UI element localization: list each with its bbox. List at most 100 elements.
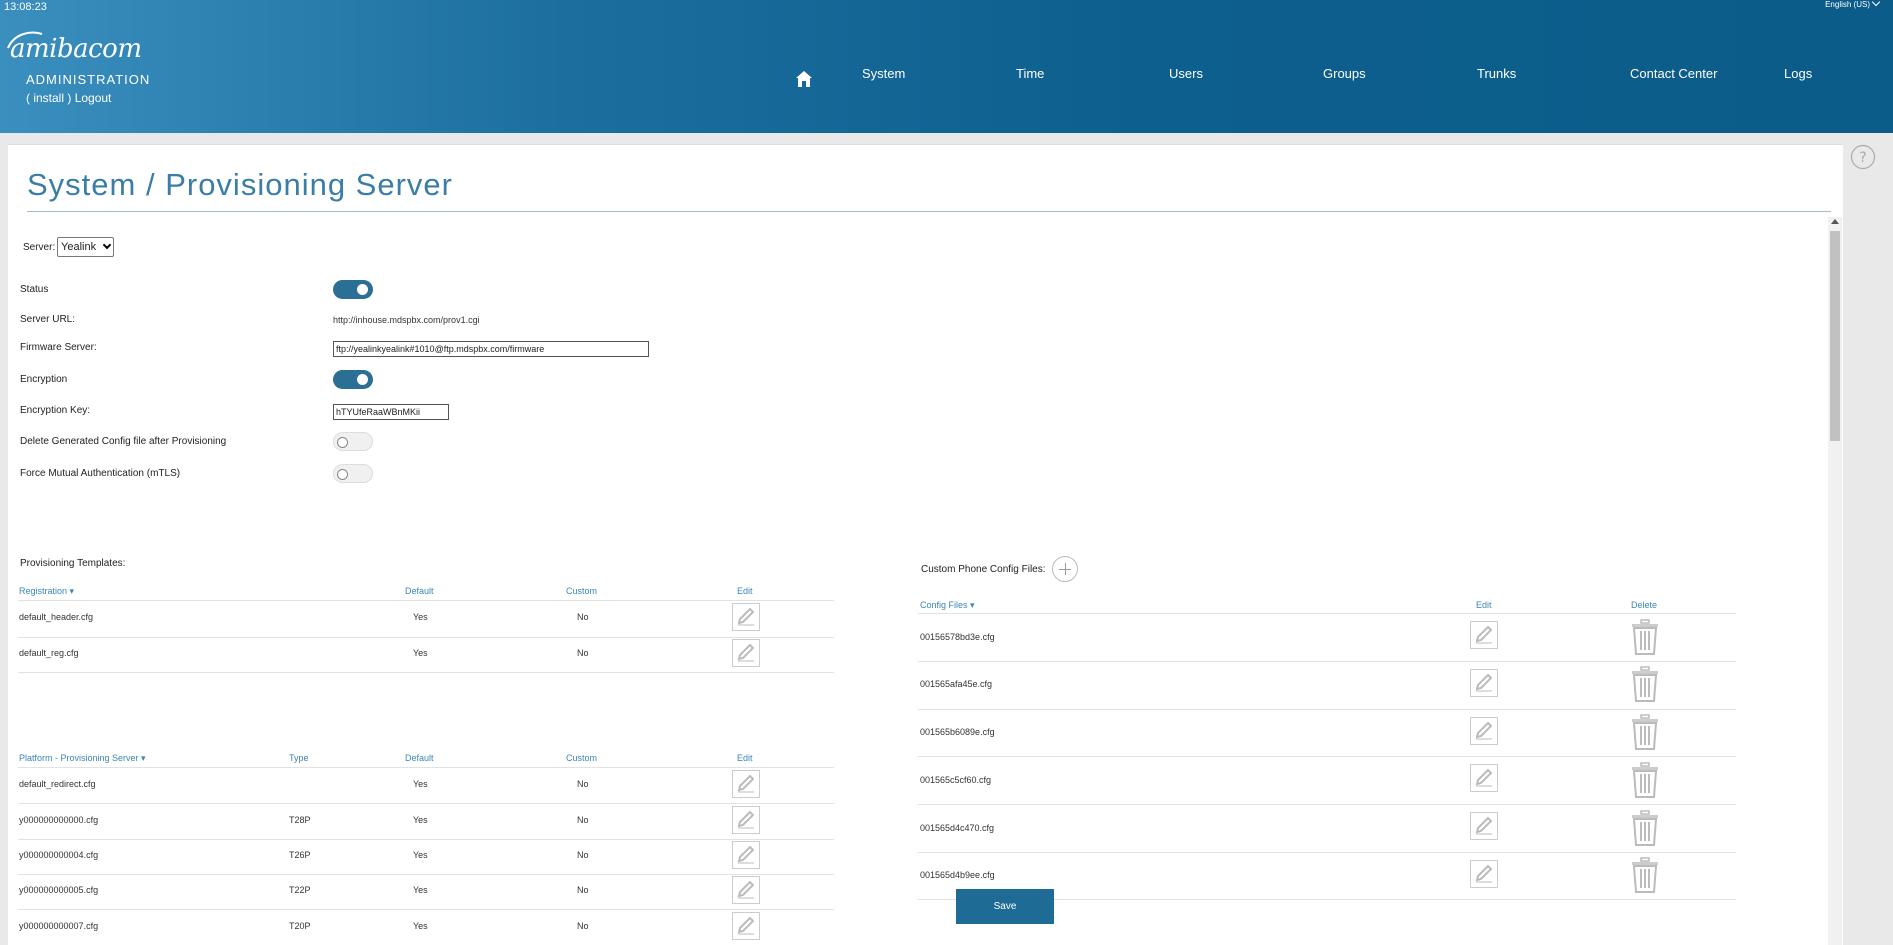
platform-name: y000000000007.cfg	[19, 921, 99, 931]
server-label: Server:	[23, 242, 56, 253]
encryption-key-label: Encryption Key:	[20, 405, 91, 416]
trash-icon[interactable]	[1631, 666, 1659, 702]
pencil-icon	[737, 607, 755, 626]
edit-col-header: Edit	[737, 586, 753, 596]
svg-text:?: ?	[1859, 150, 1866, 166]
platform-type: T20P	[289, 921, 311, 931]
platform-default: Yes	[413, 850, 428, 860]
edit-button[interactable]	[732, 876, 760, 904]
platform-custom: No	[577, 921, 589, 931]
install-link[interactable]: ( install )	[26, 91, 71, 105]
nav-groups[interactable]: Groups	[1323, 66, 1366, 81]
row-divider	[18, 803, 834, 804]
delete-config-toggle[interactable]	[333, 432, 373, 451]
server-select-value: Yealink	[61, 241, 97, 253]
platform-default: Yes	[413, 815, 428, 825]
config-file-name: 001565afa45e.cfg	[920, 679, 993, 689]
status-toggle[interactable]	[333, 280, 373, 299]
nav-contact-center[interactable]: Contact Center	[1630, 66, 1717, 81]
edit-button[interactable]	[732, 806, 760, 834]
template-custom: No	[577, 612, 589, 622]
row-divider	[18, 767, 834, 768]
encryption-key-input[interactable]	[333, 404, 449, 420]
custom-col-header[interactable]: Custom	[566, 753, 597, 763]
registration-col-header[interactable]: Registration ▾	[19, 586, 74, 597]
pencil-icon	[737, 916, 755, 935]
server-select[interactable]: Yealink	[57, 237, 115, 257]
save-button[interactable]: Save	[956, 889, 1054, 924]
pencil-icon	[1475, 816, 1493, 835]
row-divider	[918, 613, 1736, 614]
default-col-header[interactable]: Default	[405, 753, 434, 763]
edit-button[interactable]	[1470, 669, 1498, 697]
add-config-file-button[interactable]	[1052, 556, 1078, 582]
custom-col-header[interactable]: Custom	[566, 586, 597, 596]
logout-link[interactable]: Logout	[75, 91, 112, 105]
firmware-server-input[interactable]	[333, 341, 649, 357]
top-header: 13:08:23 English (US) amibacom ADMINISTR…	[0, 0, 1893, 133]
vertical-scrollbar[interactable]	[1828, 217, 1842, 945]
row-divider	[918, 756, 1736, 757]
pencil-icon	[1475, 864, 1493, 883]
template-default: Yes	[413, 612, 428, 622]
platform-default: Yes	[413, 921, 428, 931]
edit-button[interactable]	[732, 912, 760, 940]
platform-custom: No	[577, 885, 589, 895]
edit-button[interactable]	[1470, 717, 1498, 745]
platform-name: y000000000005.cfg	[19, 885, 99, 895]
encryption-toggle[interactable]	[333, 370, 373, 389]
edit-button[interactable]	[732, 603, 760, 631]
template-default: Yes	[413, 648, 428, 658]
edit-button[interactable]	[1470, 621, 1498, 649]
page-title: System / Provisioning Server	[27, 167, 453, 202]
edit-button[interactable]	[1470, 764, 1498, 792]
nav-logs[interactable]: Logs	[1784, 66, 1812, 81]
edit-button[interactable]	[732, 841, 760, 869]
scroll-thumb[interactable]	[1830, 231, 1840, 441]
row-divider	[18, 839, 834, 840]
help-icon[interactable]: ?	[1850, 144, 1876, 170]
edit-button[interactable]	[1470, 812, 1498, 840]
nav-users[interactable]: Users	[1169, 66, 1203, 81]
trash-icon[interactable]	[1631, 857, 1659, 893]
encryption-label: Encryption	[20, 374, 68, 385]
platform-name: y000000000004.cfg	[19, 850, 99, 860]
platform-custom: No	[577, 850, 589, 860]
config-file-name: 001565c5cf60.cfg	[920, 775, 992, 785]
default-col-header[interactable]: Default	[405, 586, 434, 596]
language-selector[interactable]: English (US)	[1825, 0, 1881, 9]
trash-icon[interactable]	[1631, 810, 1659, 846]
session-links: ( install ) Logout	[26, 91, 111, 105]
trash-icon[interactable]	[1631, 714, 1659, 750]
pencil-icon	[737, 643, 755, 662]
chevron-down-icon	[102, 240, 112, 250]
config-file-name: 00156578bd3e.cfg	[920, 632, 995, 642]
firmware-server-label: Firmware Server:	[20, 342, 97, 353]
nav-trunks[interactable]: Trunks	[1477, 66, 1516, 81]
main-panel: System / Provisioning Server Server: Yea…	[8, 144, 1843, 945]
type-col-header[interactable]: Type	[289, 753, 309, 763]
edit-button[interactable]	[732, 639, 760, 667]
edit-button[interactable]	[1470, 860, 1498, 888]
row-divider	[18, 909, 834, 910]
scroll-up-icon[interactable]	[1831, 219, 1839, 224]
row-divider	[18, 874, 834, 875]
pencil-icon	[1475, 721, 1493, 740]
config-files-col-header[interactable]: Config Files ▾	[920, 600, 975, 611]
nav-system[interactable]: System	[862, 66, 905, 81]
edit-button[interactable]	[732, 770, 760, 798]
platform-name: default_redirect.cfg	[19, 779, 96, 789]
row-divider	[18, 637, 834, 638]
platform-type: T28P	[289, 815, 311, 825]
platform-default: Yes	[413, 779, 428, 789]
mtls-toggle[interactable]	[333, 464, 373, 483]
delete-config-label: Delete Generated Config file after Provi…	[20, 436, 227, 447]
platform-custom: No	[577, 815, 589, 825]
trash-icon[interactable]	[1631, 619, 1659, 655]
server-url-label: Server URL:	[20, 314, 76, 325]
pencil-icon	[1475, 625, 1493, 644]
platform-col-header[interactable]: Platform - Provisioning Server ▾	[19, 753, 146, 764]
trash-icon[interactable]	[1631, 762, 1659, 798]
platform-default: Yes	[413, 885, 428, 895]
nav-time[interactable]: Time	[1016, 66, 1044, 81]
